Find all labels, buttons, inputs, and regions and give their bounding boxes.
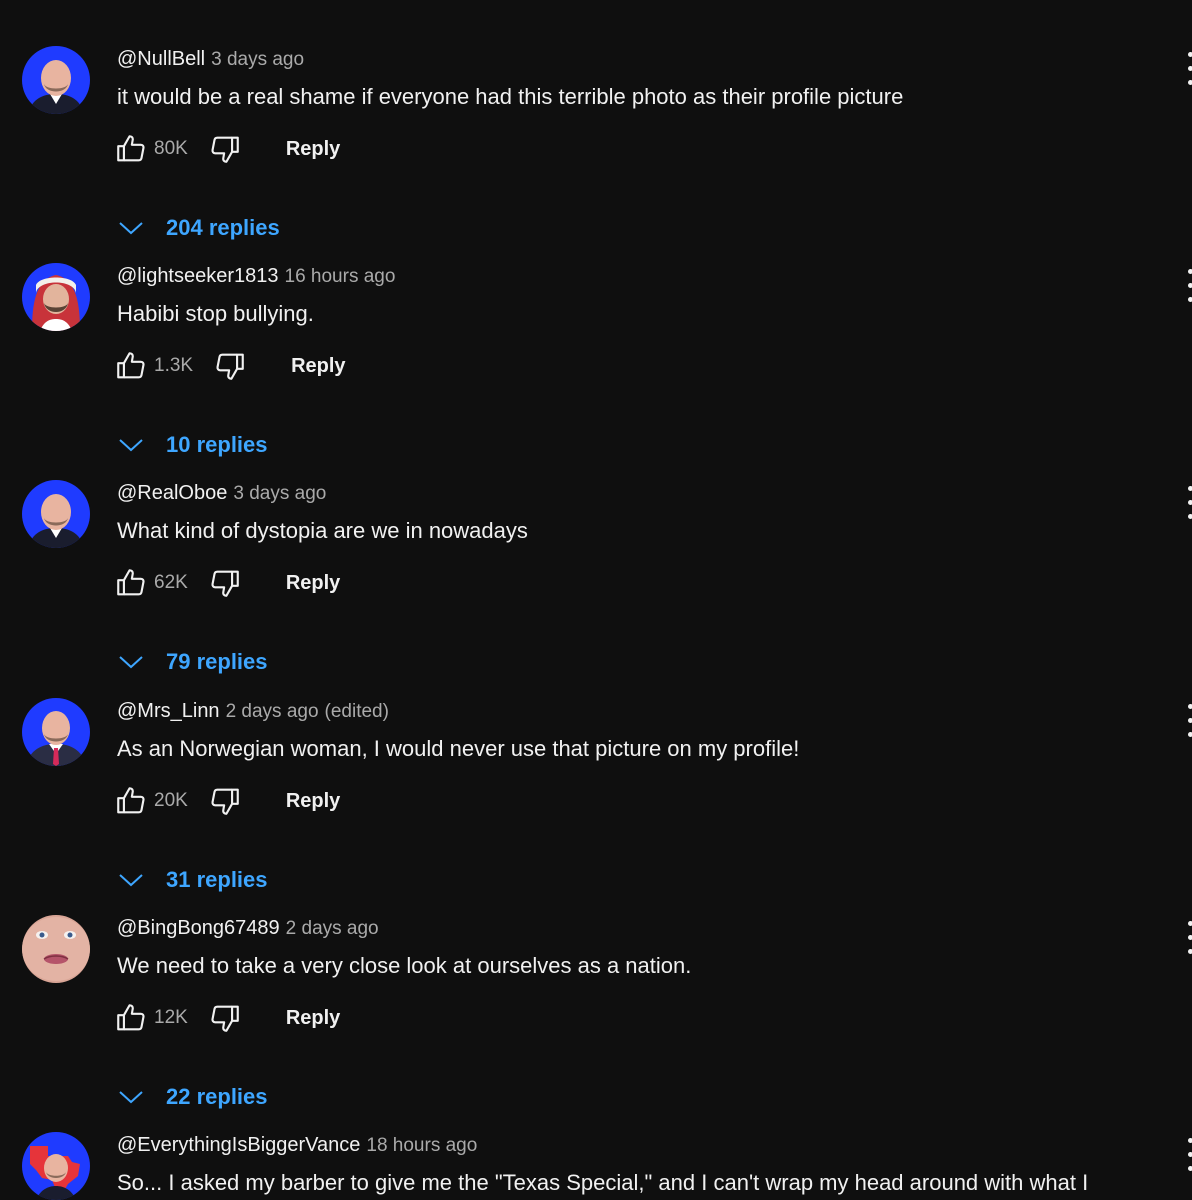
dislike-button[interactable] bbox=[206, 999, 244, 1037]
author-name[interactable]: @Mrs_Linn bbox=[117, 700, 220, 722]
comment-header: @BingBong67489 2 days ago bbox=[117, 915, 379, 942]
comment-text: it would be a real shame if everyone had… bbox=[117, 84, 904, 109]
more-vert-icon[interactable] bbox=[1180, 52, 1192, 88]
comment-text: So... I asked my barber to give me the "… bbox=[117, 1170, 1089, 1195]
author-name[interactable]: @EverythingIsBiggerVance bbox=[117, 1134, 360, 1156]
comment: @BingBong67489 2 days ago We need to take… bbox=[0, 903, 1192, 1113]
comment-text: As an Norwegian woman, I would never use… bbox=[117, 736, 800, 761]
timestamp[interactable]: 16 hours ago bbox=[285, 266, 396, 287]
comment-text: We need to take a very close look at our… bbox=[117, 953, 692, 978]
comment-text: What kind of dystopia are we in nowadays bbox=[117, 518, 528, 543]
thumbs-down-icon bbox=[216, 353, 244, 380]
timestamp[interactable]: 2 days ago bbox=[226, 701, 319, 722]
avatar[interactable] bbox=[22, 698, 90, 766]
thumbs-down-icon bbox=[211, 136, 239, 163]
chevron-down-icon bbox=[118, 647, 152, 677]
comment: @lightseeker1813 16 hours ago Habibi stop… bbox=[0, 251, 1192, 461]
edited-label: (edited) bbox=[324, 701, 389, 722]
comment-actions: 62K Reply bbox=[112, 562, 340, 604]
like-count: 62K bbox=[154, 572, 188, 593]
more-vert-icon[interactable] bbox=[1180, 1138, 1192, 1174]
comment: @Mrs_Linn 2 days ago (edited) As an Norweg… bbox=[0, 686, 1192, 896]
author-name[interactable]: @RealOboe bbox=[117, 482, 227, 504]
like-button[interactable] bbox=[112, 564, 150, 602]
avatar[interactable] bbox=[22, 46, 90, 114]
comment-actions: 1.3K Reply bbox=[112, 345, 346, 387]
more-vert-icon[interactable] bbox=[1180, 921, 1192, 957]
avatar[interactable] bbox=[22, 263, 90, 331]
comment-header: @RealOboe 3 days ago bbox=[117, 480, 326, 507]
thumbs-up-icon bbox=[117, 135, 145, 162]
view-replies-button[interactable]: 31 replies bbox=[118, 864, 268, 896]
replies-count: 204 replies bbox=[166, 215, 280, 240]
thumbs-up-icon bbox=[117, 352, 145, 379]
view-replies-button[interactable]: 204 replies bbox=[118, 212, 280, 244]
like-count: 20K bbox=[154, 790, 188, 811]
like-button[interactable] bbox=[112, 347, 150, 385]
comment-text: Habibi stop bullying. bbox=[117, 301, 314, 326]
like-count: 80K bbox=[154, 138, 188, 159]
like-button[interactable] bbox=[112, 130, 150, 168]
timestamp[interactable]: 18 hours ago bbox=[366, 1135, 477, 1156]
thumbs-up-icon bbox=[117, 1004, 145, 1031]
comment-header: @NullBell 3 days ago bbox=[117, 46, 304, 73]
author-name[interactable]: @NullBell bbox=[117, 48, 205, 70]
more-vert-icon[interactable] bbox=[1180, 269, 1192, 305]
reply-button[interactable]: Reply bbox=[286, 138, 340, 161]
author-name[interactable]: @BingBong67489 bbox=[117, 917, 280, 939]
chevron-down-icon bbox=[118, 865, 152, 895]
replies-count: 79 replies bbox=[166, 649, 268, 674]
comment-header: @Mrs_Linn 2 days ago (edited) bbox=[117, 698, 389, 725]
reply-button[interactable]: Reply bbox=[286, 572, 340, 595]
view-replies-button[interactable]: 10 replies bbox=[118, 429, 268, 461]
thumbs-down-icon bbox=[211, 1005, 239, 1032]
comment-header: @lightseeker1813 16 hours ago bbox=[117, 263, 395, 290]
comment: @NullBell 3 days ago it would be a real s… bbox=[0, 34, 1192, 244]
thumbs-up-icon bbox=[117, 787, 145, 814]
dislike-button[interactable] bbox=[206, 782, 244, 820]
chevron-down-icon bbox=[118, 1082, 152, 1112]
dislike-button[interactable] bbox=[206, 564, 244, 602]
dislike-button[interactable] bbox=[211, 347, 249, 385]
comment: @RealOboe 3 days ago What kind of dystopi… bbox=[0, 468, 1192, 678]
like-count: 12K bbox=[154, 1007, 188, 1028]
timestamp[interactable]: 3 days ago bbox=[211, 49, 304, 70]
thumbs-up-icon bbox=[117, 569, 145, 596]
thumbs-down-icon bbox=[211, 570, 239, 597]
avatar[interactable] bbox=[22, 915, 90, 983]
timestamp[interactable]: 2 days ago bbox=[286, 918, 379, 939]
more-vert-icon[interactable] bbox=[1180, 486, 1192, 522]
view-replies-button[interactable]: 79 replies bbox=[118, 646, 268, 678]
like-button[interactable] bbox=[112, 782, 150, 820]
replies-count: 31 replies bbox=[166, 867, 268, 892]
comment: @EverythingIsBiggerVance 18 hours ago So.… bbox=[0, 1120, 1192, 1200]
comment-actions: 20K Reply bbox=[112, 780, 340, 822]
view-replies-button[interactable]: 22 replies bbox=[118, 1081, 268, 1113]
reply-button[interactable]: Reply bbox=[291, 355, 345, 378]
dislike-button[interactable] bbox=[206, 130, 244, 168]
timestamp[interactable]: 3 days ago bbox=[233, 483, 326, 504]
like-button[interactable] bbox=[112, 999, 150, 1037]
chevron-down-icon bbox=[118, 430, 152, 460]
reply-button[interactable]: Reply bbox=[286, 1007, 340, 1030]
more-vert-icon[interactable] bbox=[1180, 704, 1192, 740]
comment-header: @EverythingIsBiggerVance 18 hours ago bbox=[117, 1132, 477, 1159]
comment-actions: 80K Reply bbox=[112, 128, 340, 170]
avatar[interactable] bbox=[22, 480, 90, 548]
replies-count: 10 replies bbox=[166, 432, 268, 457]
thumbs-down-icon bbox=[211, 788, 239, 815]
reply-button[interactable]: Reply bbox=[286, 790, 340, 813]
author-name[interactable]: @lightseeker1813 bbox=[117, 265, 279, 287]
replies-count: 22 replies bbox=[166, 1084, 268, 1109]
comment-actions: 12K Reply bbox=[112, 997, 340, 1039]
chevron-down-icon bbox=[118, 213, 152, 243]
avatar[interactable] bbox=[22, 1132, 90, 1200]
like-count: 1.3K bbox=[154, 355, 194, 376]
